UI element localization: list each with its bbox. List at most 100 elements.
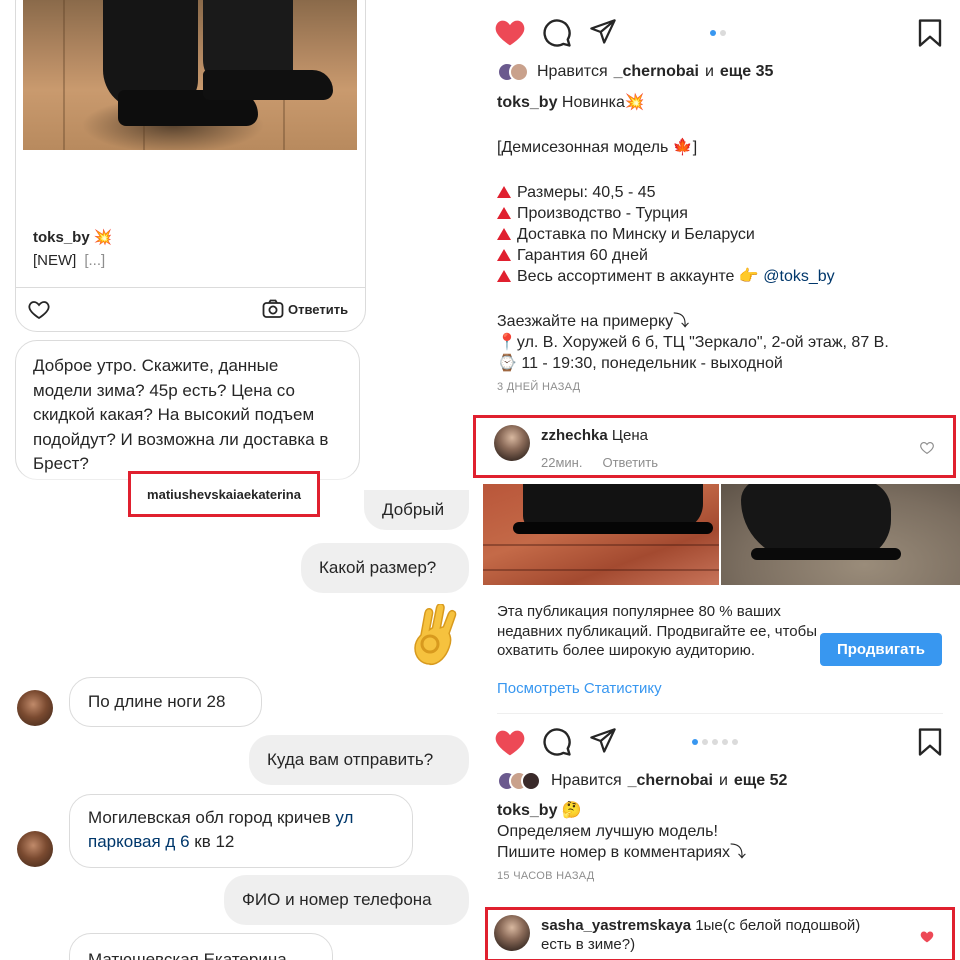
bullet-item: Размеры: 40,5 - 45 xyxy=(497,182,937,203)
incoming-message-address: Могилевская обл город кричев ул парковая… xyxy=(69,794,413,868)
promo-text: Эта публикация популярнее 80 % ваших нед… xyxy=(497,603,818,659)
message-text: Добрый xyxy=(382,500,445,519)
bullet-item: Доставка по Минску и Беларуси xyxy=(497,224,937,245)
shared-post-author-name[interactable]: toks_by xyxy=(33,229,90,246)
comment-body: есть в зиме?) xyxy=(541,936,636,953)
shared-post-author[interactable]: toks_by 💥 xyxy=(33,228,113,246)
bullet-item: Производство - Турция xyxy=(497,203,937,224)
heart-filled-icon[interactable] xyxy=(494,727,526,757)
carousel-dot xyxy=(732,739,738,745)
mention-link[interactable]: @toks_by xyxy=(763,268,834,285)
carousel-dot xyxy=(710,30,716,36)
ok-hand-emoji: 👌 xyxy=(414,604,457,666)
likes-count[interactable]: еще 52 xyxy=(734,772,788,790)
comment-body: Цена xyxy=(611,427,648,444)
message-text: кв 12 xyxy=(189,832,235,851)
message-text: Куда вам отправить? xyxy=(267,750,434,769)
post-photo[interactable] xyxy=(721,484,960,585)
comment-text: sasha_yastremskaya 1ые(с белой подошвой)… xyxy=(541,916,860,954)
message-text: Могилевская обл город кричев xyxy=(88,808,336,827)
message-text: По длине ноги 28 xyxy=(88,692,226,711)
comment-icon[interactable] xyxy=(542,727,572,757)
post-caption: toks_by 🤔 Определяем лучшую модель! Пиши… xyxy=(497,800,937,863)
incoming-message-question: Доброе утро. Скажите, данные модели зима… xyxy=(15,340,360,480)
commenter-avatar[interactable] xyxy=(494,425,530,461)
view-insights-link[interactable]: Посмотреть Статистику xyxy=(497,680,662,697)
post-author[interactable]: toks_by xyxy=(497,802,557,819)
likes-prefix: Нравится xyxy=(537,63,608,80)
heart-filled-icon[interactable] xyxy=(494,17,526,47)
heart-icon[interactable] xyxy=(27,297,51,321)
likes-prefix: Нравится xyxy=(551,772,622,789)
incoming-message: Матюшевская Екатерина xyxy=(69,933,333,960)
caption-line: Определяем лучшую модель! xyxy=(497,823,718,840)
avatar[interactable] xyxy=(17,831,53,867)
reply-button[interactable]: Ответить xyxy=(262,299,348,319)
shared-post-text: [NEW] [...] xyxy=(33,252,105,269)
avatar xyxy=(509,62,529,82)
thinking-emoji: 🤔 xyxy=(561,802,582,819)
message-text: ФИО и номер телефона xyxy=(242,890,432,909)
post-title: Новинка💥 xyxy=(561,94,645,111)
comment-heart-filled-icon[interactable] xyxy=(920,930,934,943)
shared-post-caption: [NEW] xyxy=(33,252,77,269)
likes-and: и xyxy=(704,63,714,80)
bookmark-icon[interactable] xyxy=(917,727,943,757)
share-icon[interactable] xyxy=(588,727,618,755)
comment-heart-icon[interactable] xyxy=(920,441,934,454)
outgoing-message: Куда вам отправить? xyxy=(249,735,469,785)
comment-user[interactable]: zzhechka xyxy=(541,427,608,444)
comment-reply-button[interactable]: Ответить xyxy=(602,455,658,470)
message-text: Какой размер? xyxy=(319,558,437,577)
carousel-dots xyxy=(710,30,726,36)
shared-post-more[interactable]: [...] xyxy=(84,252,105,269)
avatar[interactable] xyxy=(17,690,53,726)
post-author[interactable]: toks_by xyxy=(497,94,557,111)
comment-user[interactable]: sasha_yastremskaya xyxy=(541,917,691,934)
likes-count[interactable]: еще 35 xyxy=(720,63,774,81)
liker-avatars xyxy=(497,62,531,82)
red-triangle-icon xyxy=(497,249,511,261)
comment-icon[interactable] xyxy=(542,18,572,48)
likes-user[interactable]: _chernobai xyxy=(614,63,699,81)
comment-text: zzhechka Цена xyxy=(541,427,648,444)
post-photo[interactable] xyxy=(483,484,719,585)
camera-icon xyxy=(262,299,284,318)
likes-summary[interactable]: Нравится _chernobai и еще 35 xyxy=(497,62,773,82)
likes-user[interactable]: _chernobai xyxy=(628,772,713,790)
bullet-item: Гарантия 60 дней xyxy=(497,245,937,266)
comment-body: 1ые(с белой подошвой) xyxy=(695,917,861,934)
incoming-message: По длине ноги 28 xyxy=(69,677,262,727)
avatar xyxy=(521,771,541,791)
carousel-dots xyxy=(692,739,738,745)
likes-summary[interactable]: Нравится _chernobai и еще 52 xyxy=(497,771,787,791)
post-timestamp: 15 ЧАСОВ НАЗАД xyxy=(497,870,595,882)
red-triangle-icon xyxy=(497,207,511,219)
commenter-avatar[interactable] xyxy=(494,915,530,951)
hours-line: ⌚ 11 - 19:30, понедельник - выходной xyxy=(497,355,783,372)
carousel-dot xyxy=(712,739,718,745)
red-triangle-icon xyxy=(497,186,511,198)
bookmark-icon[interactable] xyxy=(917,18,943,48)
visit-line: Заезжайте на примерку⤵ xyxy=(497,313,690,330)
post-caption: toks_by Новинка💥 [Демисезонная модель 🍁]… xyxy=(497,92,937,374)
message-text: Доброе утро. Скажите, данные модели зима… xyxy=(33,356,329,473)
post-timestamp: 3 ДНЕЙ НАЗАД xyxy=(497,381,581,393)
carousel-dot xyxy=(692,739,698,745)
address-line: 📍ул. В. Хоружей 6 б, ТЦ "Зеркало", 2-ой … xyxy=(497,334,889,351)
username-highlight: matiushevskaiaekaterina xyxy=(128,471,320,517)
comment-meta: 22мин. Ответить xyxy=(541,455,658,470)
promote-button[interactable]: Продвигать xyxy=(820,633,942,666)
shared-post-card[interactable] xyxy=(15,0,366,332)
divider xyxy=(16,287,365,288)
bullet-item: Весь ассортимент в аккаунте 👉 @toks_by xyxy=(497,266,937,287)
share-icon[interactable] xyxy=(588,18,618,46)
carousel-dot xyxy=(722,739,728,745)
divider xyxy=(497,713,943,714)
carousel-dot xyxy=(702,739,708,745)
red-triangle-icon xyxy=(497,270,511,282)
shared-post-emoji: 💥 xyxy=(93,229,113,246)
liker-avatars xyxy=(497,771,545,791)
username-label[interactable]: matiushevskaiaekaterina xyxy=(147,487,301,502)
red-triangle-icon xyxy=(497,228,511,240)
